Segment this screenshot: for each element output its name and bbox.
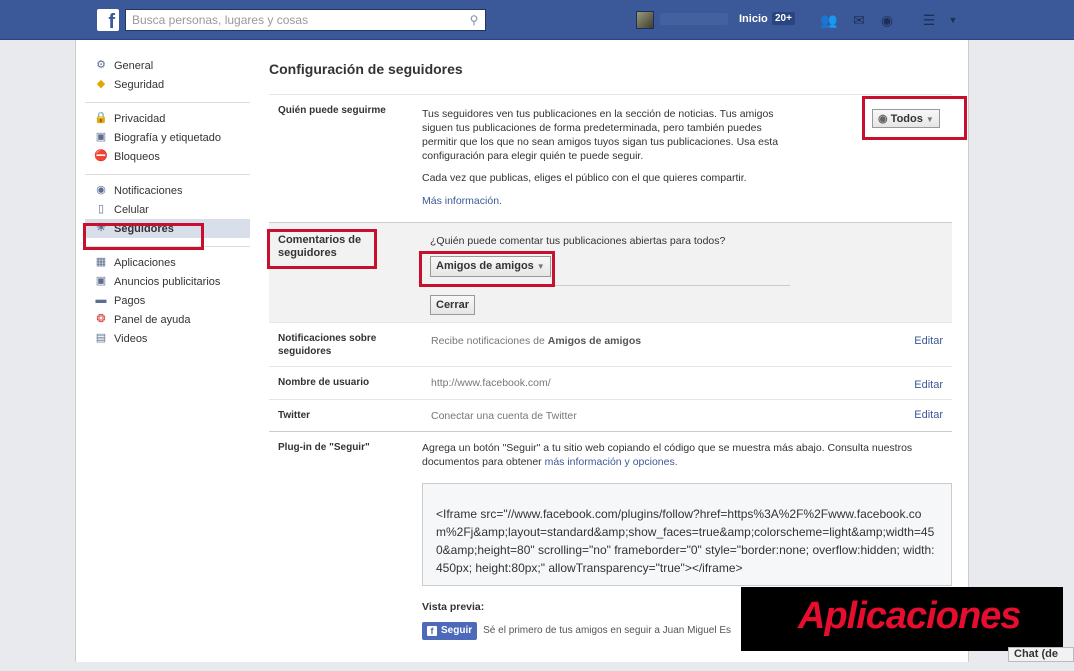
sidebar-item-apps[interactable]: ▦ Aplicaciones: [85, 253, 250, 272]
sidebar-item-label: Pagos: [114, 294, 146, 307]
chevron-down-icon[interactable]: ▼: [944, 12, 962, 28]
timeline-icon: ▣: [95, 131, 107, 143]
sidebar-item-label: Videos: [114, 332, 148, 345]
mobile-icon: ▯: [97, 203, 105, 215]
friend-requests-icon[interactable]: 👥: [820, 12, 838, 28]
search-box[interactable]: ⚲: [125, 9, 486, 31]
sidebar-item-label: Bloqueos: [114, 150, 160, 163]
sidebar-item-label: Aplicaciones: [114, 256, 176, 269]
sidebar-item-privacy[interactable]: 🔒 Privacidad: [85, 109, 250, 128]
facebook-logo[interactable]: f: [97, 9, 119, 31]
search-icon[interactable]: ⚲: [463, 13, 485, 27]
description-text: Cada vez que publicas, eliges el público…: [422, 172, 747, 184]
sidebar-item-blocking[interactable]: ⛔ Bloqueos: [85, 147, 250, 166]
follower-notifications-row: Notificaciones sobre seguidores Recibe n…: [269, 322, 952, 366]
sidebar-item-label: Notificaciones: [114, 184, 183, 197]
sidebar-item-payments[interactable]: ▬ Pagos: [85, 291, 250, 310]
row-body: Tus seguidores ven tus publicaciones en …: [422, 95, 792, 217]
sidebar-item-label: Privacidad: [114, 112, 166, 125]
sidebar-item-notifications[interactable]: ◉ Notificaciones: [85, 181, 250, 200]
sidebar-item-help[interactable]: ❂ Panel de ayuda: [85, 310, 250, 329]
row-label: Notificaciones sobre seguidores: [278, 333, 377, 357]
facebook-f-icon: f: [427, 626, 437, 636]
follow-button[interactable]: f Seguir: [422, 622, 478, 640]
username-row: Nombre de usuario http://www.facebook.co…: [269, 366, 952, 399]
comments-footer: Cerrar: [430, 285, 790, 315]
watermark-banner: Aplicaciones: [741, 587, 1063, 651]
sidebar-group: 🔒 Privacidad ▣ Biografía y etiquetado ⛔ Blo…: [85, 103, 250, 175]
row-label: Quién puede seguirme: [278, 105, 386, 116]
search-input[interactable]: [126, 10, 463, 30]
sidebar-group: ▦ Aplicaciones ▣ Anuncios publicitarios ▬ P…: [85, 247, 250, 356]
follow-button-label: Seguir: [441, 625, 473, 636]
notifications-value: Amigos de amigos: [547, 335, 642, 347]
description-text: Tus seguidores ven tus publicaciones en …: [422, 108, 779, 162]
sidebar-item-label: Celular: [114, 203, 149, 216]
chat-label: Chat (de: [1014, 648, 1058, 660]
watermark-text: Aplicaciones: [798, 595, 1021, 637]
film-icon: ▤: [95, 332, 107, 344]
home-count-badge: 20+: [772, 12, 795, 25]
block-icon: ⛔: [94, 150, 108, 162]
chat-tab[interactable]: Chat (de: [1008, 647, 1074, 662]
top-bar: f ⚲ Inicio 20+ 👥 ✉ ◉ ☰ ▼: [0, 0, 1074, 40]
row-body: Recibe notificaciones de Amigos de amigo…: [431, 323, 952, 357]
edit-twitter-link[interactable]: Editar: [914, 409, 943, 421]
sidebar-item-label: Anuncios publicitarios: [114, 275, 221, 288]
row-label: Plug-in de "Seguir": [278, 442, 370, 453]
embed-code-box[interactable]: <Iframe src="//www.facebook.com/plugins/…: [422, 483, 952, 586]
sidebar-group: ⚙ General ◆ Seguridad: [85, 50, 250, 103]
sidebar-item-videos[interactable]: ▤ Videos: [85, 329, 250, 348]
sidebar-item-label: Panel de ayuda: [114, 313, 191, 326]
sidebar-item-timeline[interactable]: ▣ Biografía y etiquetado: [85, 128, 250, 147]
row-body: Conectar una cuenta de Twitter: [431, 400, 952, 432]
edit-username-link[interactable]: Editar: [914, 379, 943, 391]
highlight-audience: [862, 96, 967, 140]
highlight-seguidores: [83, 223, 204, 250]
more-info-link[interactable]: Más información.: [422, 195, 502, 207]
profile-name-redacted[interactable]: [660, 13, 728, 25]
edit-notifications-link[interactable]: Editar: [914, 335, 943, 347]
comments-question: ¿Quién puede comentar tus publicaciones …: [430, 235, 726, 247]
lifebuoy-icon: ❂: [96, 313, 106, 325]
notifications-globe-icon[interactable]: ◉: [878, 12, 896, 28]
privacy-shortcuts-icon[interactable]: ☰: [920, 12, 938, 28]
highlight-comments-dropdown: [419, 251, 555, 287]
messages-icon[interactable]: ✉: [850, 12, 868, 28]
twitter-row: Twitter Conectar una cuenta de Twitter E…: [269, 399, 952, 431]
sidebar-item-ads[interactable]: ▣ Anuncios publicitarios: [85, 272, 250, 291]
page-title: Configuración de seguidores: [269, 61, 463, 77]
card-icon: ▬: [95, 294, 107, 306]
who-can-follow-row: Quién puede seguirme Tus seguidores ven …: [269, 94, 952, 222]
badge-icon: ◆: [96, 78, 106, 90]
notifications-prefix: Recibe notificaciones de: [431, 335, 548, 347]
preview-text: Sé el primero de tus amigos en seguir a …: [483, 625, 732, 636]
sidebar-item-security[interactable]: ◆ Seguridad: [85, 75, 250, 94]
ads-icon: ▣: [95, 275, 107, 287]
highlight-comments-label: [267, 229, 377, 269]
more-info-options-link[interactable]: más información y opciones.: [545, 456, 678, 468]
sidebar-item-label: Biografía y etiquetado: [114, 131, 222, 144]
row-label: Nombre de usuario: [278, 377, 370, 388]
sidebar-item-mobile[interactable]: ▯ Celular: [85, 200, 250, 219]
settings-sidebar: ⚙ General ◆ Seguridad 🔒 Privacidad ▣ Biograf…: [85, 50, 250, 356]
twitter-value: Conectar una cuenta de Twitter: [431, 410, 577, 422]
sidebar-item-label: General: [114, 59, 154, 72]
avatar[interactable]: [636, 11, 654, 29]
row-body: http://www.facebook.com/: [431, 367, 952, 399]
close-button[interactable]: Cerrar: [430, 295, 476, 315]
home-link[interactable]: Inicio: [739, 13, 768, 25]
sidebar-item-general[interactable]: ⚙ General: [85, 56, 250, 75]
settings-content: Configuración de seguidores Quién puede …: [269, 40, 952, 671]
lock-icon: 🔒: [94, 112, 108, 124]
gear-icon: ⚙: [96, 59, 106, 71]
apps-icon: ▦: [95, 256, 107, 268]
username-value: http://www.facebook.com/: [431, 377, 551, 389]
row-label: Twitter: [278, 410, 311, 421]
globe-icon: ◉: [96, 184, 106, 196]
sidebar-item-label: Seguridad: [114, 78, 165, 91]
